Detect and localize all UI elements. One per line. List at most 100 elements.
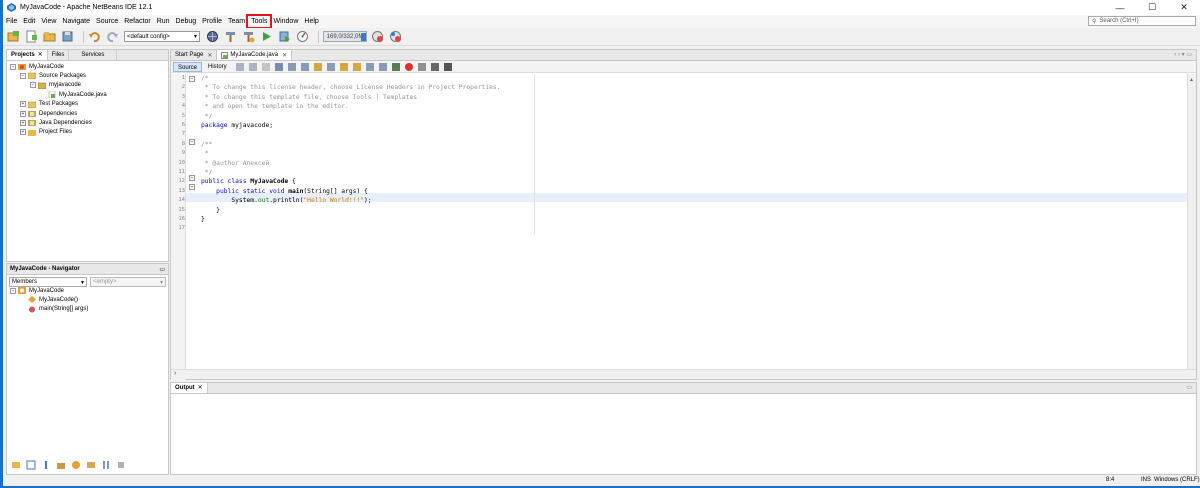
next-bookmark-icon[interactable] bbox=[365, 62, 374, 71]
debug-icon[interactable] bbox=[278, 30, 291, 43]
back-icon[interactable] bbox=[248, 62, 257, 71]
tab-files[interactable]: Files bbox=[48, 50, 70, 60]
code-line[interactable]: /* bbox=[201, 74, 209, 83]
config-select[interactable]: <default config> ▾ bbox=[124, 31, 200, 42]
toggle-bookmark-icon[interactable] bbox=[339, 62, 348, 71]
find-next-icon[interactable] bbox=[300, 62, 309, 71]
gc-snapshot-icon[interactable] bbox=[371, 30, 384, 43]
line-number[interactable]: 17 bbox=[172, 225, 185, 231]
tab-scroll-controls[interactable]: ‹ › ▾ ▭ bbox=[1174, 51, 1192, 58]
save-all-icon[interactable] bbox=[61, 30, 74, 43]
filter-fields-icon[interactable] bbox=[11, 460, 21, 470]
expand-icon[interactable]: + bbox=[20, 101, 26, 108]
code-line[interactable]: /** bbox=[201, 140, 212, 149]
sort-name-icon[interactable] bbox=[86, 460, 96, 470]
line-number[interactable]: 13 bbox=[172, 188, 185, 194]
tab-start-page[interactable]: Start Page ✕ bbox=[171, 50, 218, 60]
line-number[interactable]: 3 bbox=[172, 94, 185, 100]
globe-icon[interactable] bbox=[206, 30, 219, 43]
menu-file[interactable]: File bbox=[3, 16, 20, 27]
menu-view[interactable]: View bbox=[38, 16, 59, 27]
line-number[interactable]: 4 bbox=[172, 103, 185, 109]
shift-right-icon[interactable] bbox=[391, 62, 400, 71]
close-icon[interactable]: ✕ bbox=[282, 52, 287, 59]
code-line[interactable]: * To change this template file, choose T… bbox=[201, 93, 417, 102]
fold-collapse-icon[interactable]: − bbox=[189, 175, 195, 181]
forward-icon[interactable] bbox=[261, 62, 270, 71]
tab-projects[interactable]: Projects ✕ bbox=[7, 50, 48, 60]
tab-output[interactable]: Output ✕ bbox=[171, 383, 208, 393]
close-icon[interactable]: ▭ bbox=[159, 266, 165, 273]
tree-item[interactable]: − myjavacode bbox=[30, 81, 81, 90]
navigator-context-select[interactable]: <empty> ▾ bbox=[90, 277, 166, 287]
close-icon[interactable]: ✕ bbox=[38, 50, 43, 60]
record-macro-icon[interactable] bbox=[404, 62, 413, 71]
code-line[interactable]: */ bbox=[201, 168, 213, 177]
diff-icon[interactable] bbox=[430, 62, 439, 71]
line-number[interactable]: 2 bbox=[172, 84, 185, 90]
tree-item[interactable]: main(String[] args) bbox=[20, 305, 88, 314]
line-number[interactable]: 12 bbox=[172, 178, 185, 184]
fold-collapse-icon[interactable]: − bbox=[189, 139, 195, 145]
history-button[interactable]: History bbox=[204, 62, 231, 72]
clean-build-icon[interactable] bbox=[242, 30, 255, 43]
line-number[interactable]: 5 bbox=[172, 113, 185, 119]
scroll-up-icon[interactable]: ▲ bbox=[1189, 77, 1195, 83]
scroll-left-icon[interactable]: › bbox=[174, 370, 176, 377]
undo-icon[interactable] bbox=[88, 30, 101, 43]
new-file-icon[interactable] bbox=[25, 30, 38, 43]
fold-collapse-icon[interactable]: − bbox=[189, 184, 195, 190]
navigator-settings-icon[interactable] bbox=[116, 460, 126, 470]
find-prev-icon[interactable] bbox=[287, 62, 296, 71]
code-line[interactable]: System.out.println("Hello World!!!"); bbox=[201, 196, 371, 205]
prev-bookmark-icon[interactable] bbox=[352, 62, 361, 71]
memory-indicator[interactable]: 169,0/332,0M bbox=[323, 31, 367, 42]
run-icon[interactable] bbox=[260, 30, 273, 43]
line-number[interactable]: 14 bbox=[172, 197, 185, 203]
fold-gutter[interactable]: − − − − bbox=[188, 74, 200, 380]
tree-item[interactable]: + Project Files bbox=[20, 128, 72, 137]
vertical-scrollbar[interactable]: ▲ bbox=[1187, 74, 1196, 370]
fold-collapse-icon[interactable]: − bbox=[189, 76, 195, 82]
line-number[interactable]: 9 bbox=[172, 150, 185, 156]
code-line[interactable]: } bbox=[201, 206, 220, 215]
menu-run[interactable]: Run bbox=[154, 16, 173, 27]
menu-edit[interactable]: Edit bbox=[20, 16, 38, 27]
find-icon[interactable] bbox=[274, 62, 283, 71]
line-number[interactable]: 16 bbox=[172, 216, 185, 222]
menu-help[interactable]: Help bbox=[301, 16, 321, 27]
line-number[interactable]: 8 bbox=[172, 141, 185, 147]
horizontal-scrollbar[interactable]: › bbox=[171, 369, 1196, 379]
code-line[interactable]: public static void main(String[] args) { bbox=[201, 187, 368, 196]
code-line[interactable]: package myjavacode; bbox=[201, 121, 273, 130]
tree-item[interactable]: − MyJavaCode bbox=[10, 62, 64, 71]
new-project-icon[interactable] bbox=[7, 30, 20, 43]
menu-navigate[interactable]: Navigate bbox=[59, 16, 93, 27]
menu-profile[interactable]: Profile bbox=[199, 16, 225, 27]
line-number[interactable]: 7 bbox=[172, 131, 185, 137]
code-line[interactable]: * bbox=[201, 149, 209, 158]
menu-window[interactable]: Window bbox=[270, 16, 301, 27]
collapse-icon[interactable]: − bbox=[10, 63, 16, 70]
line-number[interactable]: 6 bbox=[172, 122, 185, 128]
line-number[interactable]: 15 bbox=[172, 207, 185, 213]
tree-item[interactable]: − Source Packages bbox=[20, 71, 86, 80]
tree-item[interactable]: MyJavaCode() bbox=[20, 295, 78, 304]
build-hammer-icon[interactable] bbox=[224, 30, 237, 43]
collapse-icon[interactable]: − bbox=[30, 82, 36, 89]
line-number[interactable]: 11 bbox=[172, 169, 185, 175]
close-icon[interactable]: ✕ bbox=[198, 383, 203, 393]
expand-icon[interactable]: + bbox=[20, 129, 26, 136]
stop-macro-icon[interactable] bbox=[417, 62, 426, 71]
tab-myjavacode-java[interactable]: MyJavaCode.java ✕ bbox=[217, 50, 293, 60]
minimize-panel-icon[interactable]: ▭ bbox=[1186, 384, 1192, 391]
collapse-icon[interactable]: − bbox=[20, 72, 26, 79]
tree-item[interactable]: + Dependencies bbox=[20, 109, 77, 118]
filter-inherited-icon[interactable] bbox=[56, 460, 66, 470]
tree-item[interactable]: + Test Packages bbox=[20, 100, 78, 109]
expand-icon[interactable]: + bbox=[20, 119, 26, 126]
insert-mode[interactable]: INS bbox=[1141, 477, 1151, 483]
tab-services[interactable]: Services bbox=[69, 50, 118, 60]
gc-run-icon[interactable] bbox=[389, 30, 402, 43]
last-edit-icon[interactable] bbox=[235, 62, 244, 71]
